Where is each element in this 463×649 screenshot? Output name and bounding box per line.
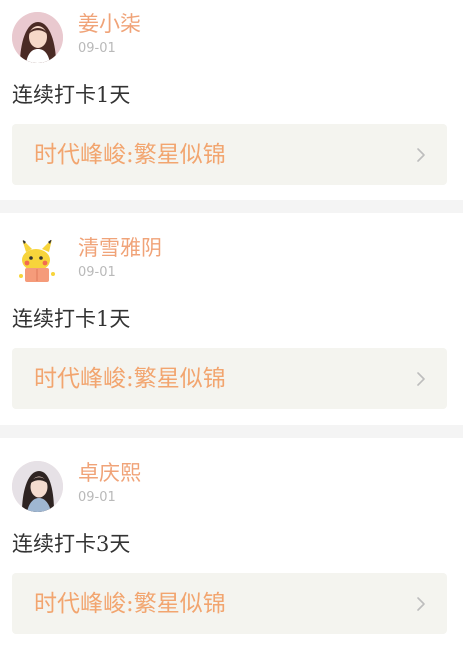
book-link-card[interactable]: 时代峰峻:繁星似锦 bbox=[12, 348, 447, 409]
user-avatar[interactable] bbox=[12, 12, 63, 63]
chevron-right-icon bbox=[415, 371, 427, 387]
checkin-feed: 姜小柒 09-01 连续打卡1天 时代峰峻:繁星似锦 清雪雅阴 09-01 连续… bbox=[0, 0, 463, 649]
post-separator bbox=[0, 200, 463, 213]
user-avatar[interactable] bbox=[12, 461, 63, 512]
feed-post: 卓庆熙 09-01 连续打卡3天 时代峰峻:繁星似锦 bbox=[0, 449, 463, 649]
checkin-status: 连续打卡3天 bbox=[12, 532, 131, 556]
post-date: 09-01 bbox=[78, 41, 116, 56]
book-title: 时代峰峻:繁星似锦 bbox=[34, 366, 226, 392]
feed-post: 清雪雅阴 09-01 连续打卡1天 时代峰峻:繁星似锦 bbox=[0, 224, 463, 424]
book-link-card[interactable]: 时代峰峻:繁星似锦 bbox=[12, 573, 447, 634]
post-date: 09-01 bbox=[78, 490, 116, 505]
post-separator bbox=[0, 425, 463, 438]
chevron-right-icon bbox=[415, 596, 427, 612]
book-title: 时代峰峻:繁星似锦 bbox=[34, 142, 226, 168]
feed-post: 姜小柒 09-01 连续打卡1天 时代峰峻:繁星似锦 bbox=[0, 0, 463, 200]
username[interactable]: 卓庆熙 bbox=[78, 459, 141, 487]
girl-portrait-avatar-icon bbox=[12, 461, 63, 512]
username[interactable]: 清雪雅阴 bbox=[78, 234, 162, 262]
pikachu-avatar-icon bbox=[12, 236, 63, 287]
book-link-card[interactable]: 时代峰峻:繁星似锦 bbox=[12, 124, 447, 185]
chevron-right-icon bbox=[415, 147, 427, 163]
post-date: 09-01 bbox=[78, 265, 116, 280]
username[interactable]: 姜小柒 bbox=[78, 10, 141, 38]
user-avatar[interactable] bbox=[12, 236, 63, 287]
checkin-status: 连续打卡1天 bbox=[12, 307, 131, 331]
book-title: 时代峰峻:繁星似锦 bbox=[34, 591, 226, 617]
girl-portrait-avatar-icon bbox=[12, 12, 63, 63]
checkin-status: 连续打卡1天 bbox=[12, 83, 131, 107]
